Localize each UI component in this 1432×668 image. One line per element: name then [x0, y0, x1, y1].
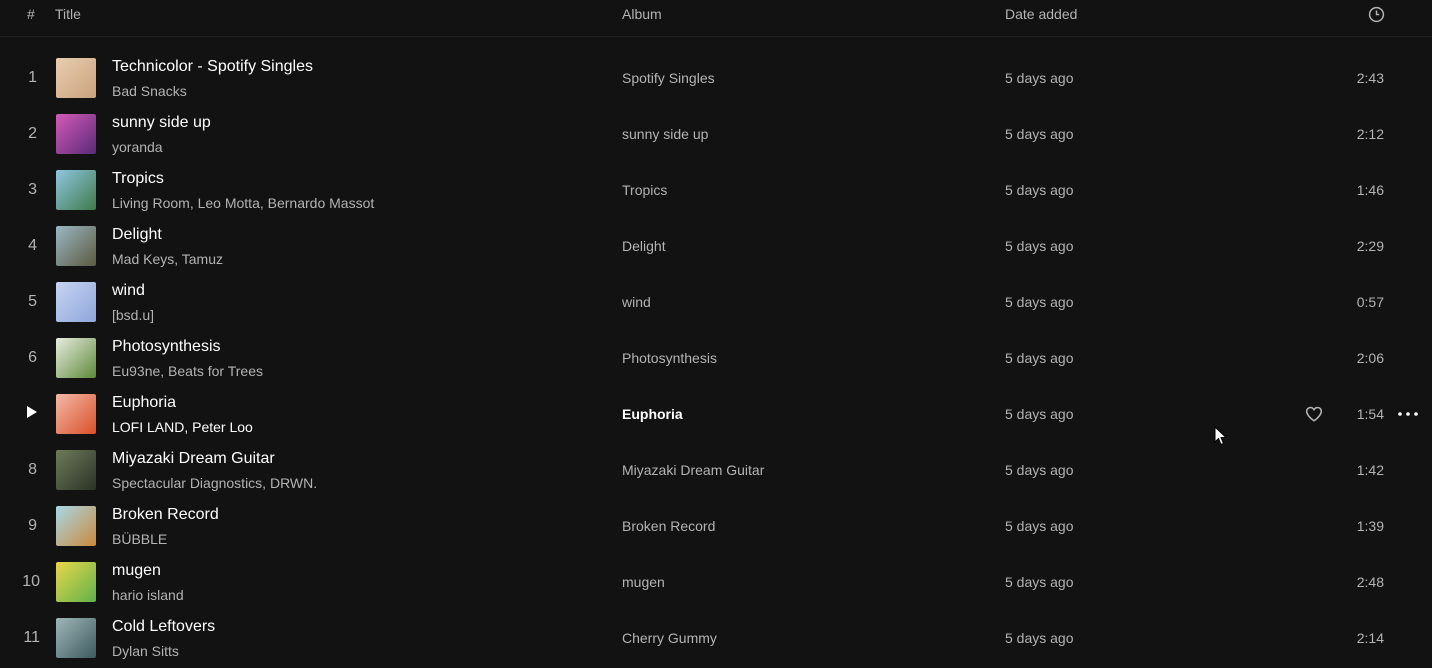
header-album[interactable]: Album — [622, 6, 662, 22]
mouse-cursor-icon — [1214, 426, 1228, 446]
album-cover — [56, 114, 96, 154]
header-number: # — [27, 6, 35, 22]
track-album[interactable]: Spotify Singles — [622, 50, 715, 106]
album-cover — [56, 58, 96, 98]
more-options-icon[interactable] — [1398, 412, 1418, 416]
track-title[interactable]: Broken Record — [112, 506, 219, 524]
track-album[interactable]: Euphoria — [622, 386, 683, 442]
track-row[interactable]: 5 wind [bsd.u] wind 5 days ago 0:57 — [0, 274, 1432, 330]
track-date-added: 5 days ago — [1005, 238, 1074, 254]
track-album[interactable]: Miyazaki Dream Guitar — [622, 442, 764, 498]
album-cover — [56, 226, 96, 266]
track-title[interactable]: Photosynthesis — [112, 338, 221, 356]
album-cover — [56, 338, 96, 378]
track-number: 8 — [28, 461, 37, 478]
track-date-added: 5 days ago — [1005, 518, 1074, 534]
track-artist[interactable]: Bad Snacks — [112, 83, 187, 99]
track-album[interactable]: Broken Record — [622, 498, 715, 554]
track-row[interactable]: 2 sunny side up yoranda sunny side up 5 days… — [0, 106, 1432, 162]
track-artist[interactable]: Dylan Sitts — [112, 643, 179, 659]
track-album[interactable]: wind — [622, 274, 651, 330]
track-artist[interactable]: Eu93ne, Beats for Trees — [112, 363, 263, 379]
track-album[interactable]: mugen — [622, 554, 665, 610]
track-title[interactable]: sunny side up — [112, 114, 211, 132]
track-artist[interactable]: Living Room, Leo Motta, Bernardo Massot — [112, 195, 374, 211]
track-date-added: 5 days ago — [1005, 574, 1074, 590]
track-title[interactable]: Miyazaki Dream Guitar — [112, 450, 275, 468]
track-number: 4 — [28, 237, 37, 254]
track-row[interactable]: 10 mugen hario island mugen 5 days ago 2:48 — [0, 554, 1432, 610]
track-date-added: 5 days ago — [1005, 630, 1074, 646]
album-cover — [56, 562, 96, 602]
track-number: 5 — [28, 293, 37, 310]
track-date-added: 5 days ago — [1005, 126, 1074, 142]
track-duration: 1:42 — [1356, 462, 1384, 478]
track-title[interactable]: wind — [112, 282, 145, 300]
album-cover — [56, 506, 96, 546]
track-row[interactable]: 8 Miyazaki Dream Guitar Spectacular Diagno… — [0, 442, 1432, 498]
album-cover — [56, 170, 96, 210]
track-album[interactable]: Tropics — [622, 162, 667, 218]
track-album[interactable]: Photosynthesis — [622, 330, 717, 386]
album-cover — [56, 618, 96, 658]
track-number: 9 — [28, 517, 37, 534]
track-number: 1 — [28, 69, 37, 86]
track-row[interactable]: 1 Technicolor - Spotify Singles Bad Snacks… — [0, 50, 1432, 106]
track-artist[interactable]: Mad Keys, Tamuz — [112, 251, 223, 267]
track-title[interactable]: Tropics — [112, 170, 164, 188]
track-date-added: 5 days ago — [1005, 182, 1074, 198]
track-duration: 2:29 — [1356, 238, 1384, 254]
track-artist[interactable]: Spectacular Diagnostics, DRWN. — [112, 475, 317, 491]
heart-icon[interactable] — [1305, 405, 1323, 423]
tracklist: 1 Technicolor - Spotify Singles Bad Snacks… — [0, 50, 1432, 666]
track-duration: 2:43 — [1356, 70, 1384, 86]
track-album[interactable]: Delight — [622, 218, 666, 274]
tracklist-header: # Title Album Date added — [0, 0, 1432, 37]
track-album[interactable]: sunny side up — [622, 106, 708, 162]
track-number: 6 — [28, 349, 37, 366]
track-duration: 1:54 — [1356, 406, 1384, 422]
track-artist[interactable]: hario island — [112, 587, 184, 603]
track-date-added: 5 days ago — [1005, 350, 1074, 366]
track-date-added: 5 days ago — [1005, 462, 1074, 478]
track-number: 10 — [22, 573, 40, 590]
album-cover — [56, 450, 96, 490]
track-artist[interactable]: LOFI LAND, Peter Loo — [112, 419, 253, 435]
track-artist[interactable]: yoranda — [112, 139, 163, 155]
track-album[interactable]: Cherry Gummy — [622, 610, 717, 666]
album-cover — [56, 282, 96, 322]
album-cover — [56, 394, 96, 434]
track-date-added: 5 days ago — [1005, 406, 1074, 422]
track-row[interactable]: 11 Cold Leftovers Dylan Sitts Cherry Gummy 5… — [0, 610, 1432, 666]
track-duration: 0:57 — [1356, 294, 1384, 310]
clock-icon[interactable] — [1368, 6, 1385, 23]
header-title[interactable]: Title — [55, 6, 81, 22]
track-number: 11 — [23, 629, 40, 646]
track-row[interactable]: 4 Delight Mad Keys, Tamuz Delight 5 days ago… — [0, 218, 1432, 274]
track-date-added: 5 days ago — [1005, 294, 1074, 310]
track-number: 2 — [28, 125, 37, 142]
track-title[interactable]: Euphoria — [112, 394, 176, 412]
track-row[interactable]: 6 Photosynthesis Eu93ne, Beats for Trees Ph… — [0, 330, 1432, 386]
track-date-added: 5 days ago — [1005, 70, 1074, 86]
header-date-added[interactable]: Date added — [1005, 6, 1077, 22]
track-title[interactable]: Technicolor - Spotify Singles — [112, 58, 313, 76]
track-title[interactable]: Delight — [112, 226, 162, 244]
track-row[interactable]: 3 Tropics Living Room, Leo Motta, Bernardo… — [0, 162, 1432, 218]
track-duration: 2:48 — [1356, 574, 1384, 590]
track-artist[interactable]: BÜBBLE — [112, 531, 167, 547]
track-duration: 2:06 — [1356, 350, 1384, 366]
track-duration: 2:14 — [1356, 630, 1384, 646]
track-title[interactable]: Cold Leftovers — [112, 618, 215, 636]
track-artist[interactable]: [bsd.u] — [112, 307, 154, 323]
play-icon[interactable] — [27, 406, 37, 418]
track-number: 3 — [28, 181, 37, 198]
track-duration: 2:12 — [1356, 126, 1384, 142]
track-duration: 1:46 — [1356, 182, 1384, 198]
track-row[interactable]: 9 Broken Record BÜBBLE Broken Record 5 days … — [0, 498, 1432, 554]
track-duration: 1:39 — [1356, 518, 1384, 534]
track-title[interactable]: mugen — [112, 562, 161, 580]
